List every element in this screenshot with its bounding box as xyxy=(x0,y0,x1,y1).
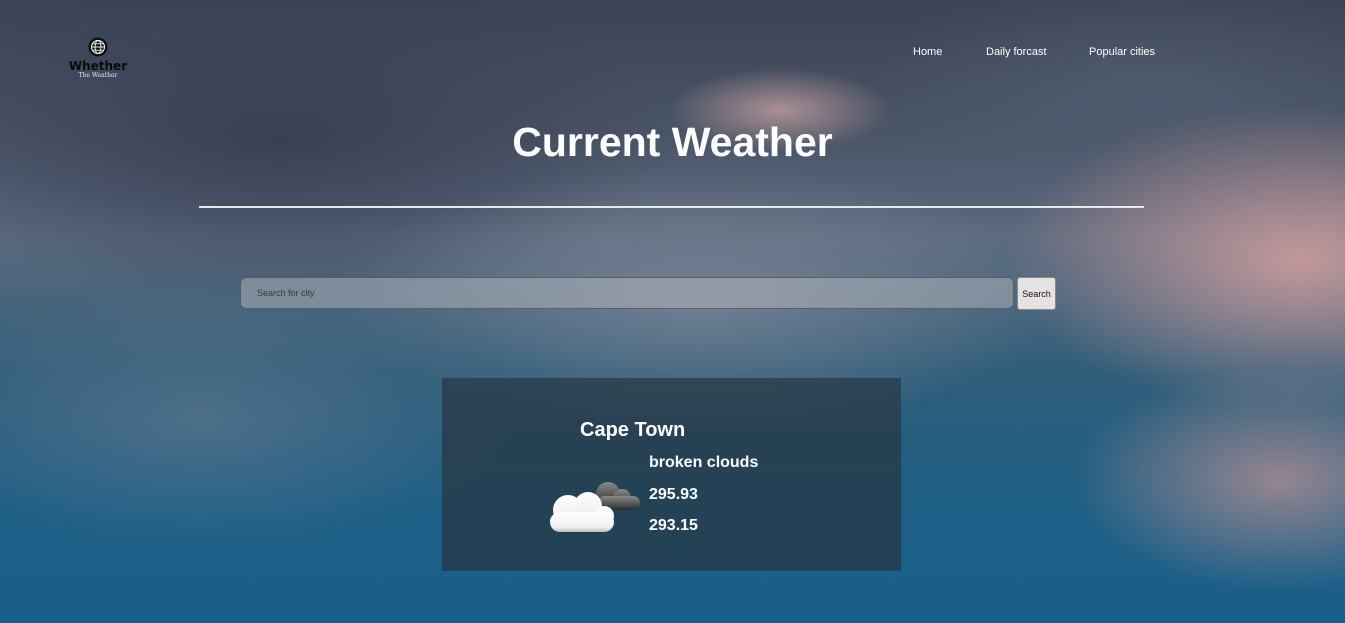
logo-title: Whether xyxy=(68,59,128,73)
main-nav: Home Daily forcast Popular cities xyxy=(0,46,1345,60)
city-name: Cape Town xyxy=(580,419,686,441)
logo-subtitle: The Weather xyxy=(78,72,118,79)
nav-link-home[interactable]: Home xyxy=(913,46,942,58)
weather-description: broken clouds xyxy=(649,454,759,471)
page: Whether The Weather Home Daily forcast P… xyxy=(0,0,1345,623)
temperature-value-secondary: 293.15 xyxy=(649,517,698,534)
broken-clouds-icon xyxy=(550,482,640,532)
site-header: Whether The Weather Home Daily forcast P… xyxy=(0,0,1345,100)
search-button[interactable]: Search xyxy=(1017,277,1056,310)
nav-link-popular-cities[interactable]: Popular cities xyxy=(1089,46,1155,58)
title-divider xyxy=(199,206,1144,208)
nav-link-daily-forecast[interactable]: Daily forcast xyxy=(986,46,1047,58)
weather-card: Cape Town broken clouds 295.93 293.15 xyxy=(442,378,901,571)
temperature-value: 295.93 xyxy=(649,486,698,503)
page-title: Current Weather xyxy=(512,119,833,165)
city-search-input[interactable] xyxy=(240,277,1014,309)
